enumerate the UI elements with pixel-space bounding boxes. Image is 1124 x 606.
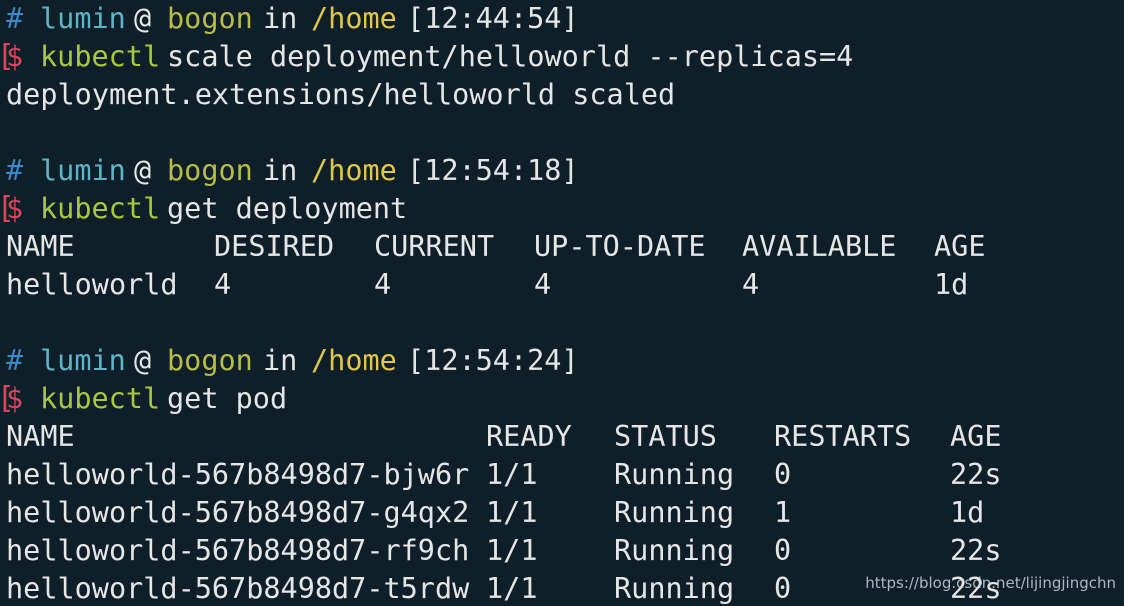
pod-age: 1d xyxy=(950,496,985,529)
watermark: https://blog.csdn.net/lijingjingchn xyxy=(865,574,1116,592)
table-row: helloworld-567b8498d7-g4qx2 1/1 Running … xyxy=(6,494,984,532)
pod-header-ready: READY xyxy=(486,420,572,453)
prompt-user: lumin xyxy=(40,344,126,377)
command-name: kubectl xyxy=(40,192,161,225)
pod-table-header: NAME READY STATUS RESTARTS AGE xyxy=(6,418,1001,456)
pod-name: helloworld-567b8498d7-rf9ch xyxy=(6,534,470,567)
pod-status: Running xyxy=(614,534,735,567)
pod-name: helloworld-567b8498d7-g4qx2 xyxy=(6,496,470,529)
prompt-dollar: $ xyxy=(6,382,24,415)
command-line-1[interactable]: [ $ kubectl scale deployment/helloworld … xyxy=(1,38,853,76)
command-args: get deployment xyxy=(167,192,408,225)
pod-ready: 1/1 xyxy=(486,458,538,491)
pod-name: helloworld-567b8498d7-t5rdw xyxy=(6,572,470,605)
pod-header-status: STATUS xyxy=(614,420,717,453)
prompt-line-2: # lumin @ bogon in /home [12:54:18] xyxy=(6,152,579,190)
command-line-3[interactable]: [ $ kubectl get pod xyxy=(1,380,287,418)
command-args: get pod xyxy=(167,382,288,415)
prompt-at: @ xyxy=(134,154,152,187)
table-row: helloworld 4 4 4 4 1d xyxy=(6,266,968,304)
prompt-path: /home xyxy=(311,344,397,377)
prompt-host: bogon xyxy=(167,154,253,187)
prompt-time: [12:54:18] xyxy=(407,154,579,187)
prompt-at: @ xyxy=(134,344,152,377)
prompt-hash: # xyxy=(6,154,24,187)
prompt-in: in xyxy=(263,154,298,187)
pod-ready: 1/1 xyxy=(486,534,538,567)
prompt-hash: # xyxy=(6,2,24,35)
pod-header-restarts: RESTARTS xyxy=(774,420,912,453)
prompt-path: /home xyxy=(311,2,397,35)
pod-restarts: 1 xyxy=(774,496,792,529)
prompt-hash: # xyxy=(6,344,24,377)
deployment-table-header: NAME DESIRED CURRENT UP-TO-DATE AVAILABL… xyxy=(6,228,985,266)
pod-restarts: 0 xyxy=(774,572,792,605)
command-name: kubectl xyxy=(40,382,161,415)
output-text: deployment.extensions/helloworld scaled xyxy=(6,78,676,111)
deployment-desired: 4 xyxy=(214,268,232,301)
prompt-line-1: # lumin @ bogon in /home [12:44:54] xyxy=(6,0,579,38)
pod-header-age: AGE xyxy=(950,420,1002,453)
deployment-available: 4 xyxy=(742,268,760,301)
prompt-time: [12:44:54] xyxy=(407,2,579,35)
prompt-in: in xyxy=(263,344,298,377)
output-scale: deployment.extensions/helloworld scaled xyxy=(6,76,675,114)
pod-restarts: 0 xyxy=(774,534,792,567)
prompt-time: [12:54:24] xyxy=(407,344,579,377)
command-name: kubectl xyxy=(40,40,161,73)
pod-restarts: 0 xyxy=(774,458,792,491)
pod-status: Running xyxy=(614,572,735,605)
prompt-host: bogon xyxy=(167,344,253,377)
pod-age: 22s xyxy=(950,534,1002,567)
deployment-header-up-to-date: UP-TO-DATE xyxy=(534,230,706,263)
deployment-current: 4 xyxy=(374,268,392,301)
deployment-header-age: AGE xyxy=(934,230,986,263)
pod-age: 22s xyxy=(950,458,1002,491)
prompt-host: bogon xyxy=(167,2,253,35)
terminal-window[interactable]: # lumin @ bogon in /home [12:44:54] [ $ … xyxy=(0,0,1124,606)
pod-status: Running xyxy=(614,458,735,491)
command-line-2[interactable]: [ $ kubectl get deployment xyxy=(1,190,407,228)
pod-status: Running xyxy=(614,496,735,529)
pod-ready: 1/1 xyxy=(486,572,538,605)
deployment-name: helloworld xyxy=(6,268,178,301)
deployment-header-available: AVAILABLE xyxy=(742,230,897,263)
prompt-user: lumin xyxy=(40,2,126,35)
pod-header-name: NAME xyxy=(6,420,75,453)
prompt-dollar: $ xyxy=(6,192,24,225)
table-row: helloworld-567b8498d7-bjw6r 1/1 Running … xyxy=(6,456,1001,494)
prompt-at: @ xyxy=(134,2,152,35)
deployment-header-name: NAME xyxy=(6,230,75,263)
deployment-header-current: CURRENT xyxy=(374,230,495,263)
command-args: scale deployment/helloworld --replicas=4 xyxy=(167,40,854,73)
prompt-line-3: # lumin @ bogon in /home [12:54:24] xyxy=(6,342,579,380)
deployment-header-desired: DESIRED xyxy=(214,230,335,263)
table-row: helloworld-567b8498d7-rf9ch 1/1 Running … xyxy=(6,532,1001,570)
pod-name: helloworld-567b8498d7-bjw6r xyxy=(6,458,470,491)
deployment-up-to-date: 4 xyxy=(534,268,552,301)
prompt-path: /home xyxy=(311,154,397,187)
prompt-dollar: $ xyxy=(6,40,24,73)
prompt-user: lumin xyxy=(40,154,126,187)
pod-ready: 1/1 xyxy=(486,496,538,529)
deployment-age: 1d xyxy=(934,268,969,301)
prompt-in: in xyxy=(263,2,298,35)
table-row: helloworld-567b8498d7-t5rdw 1/1 Running … xyxy=(6,570,1001,606)
